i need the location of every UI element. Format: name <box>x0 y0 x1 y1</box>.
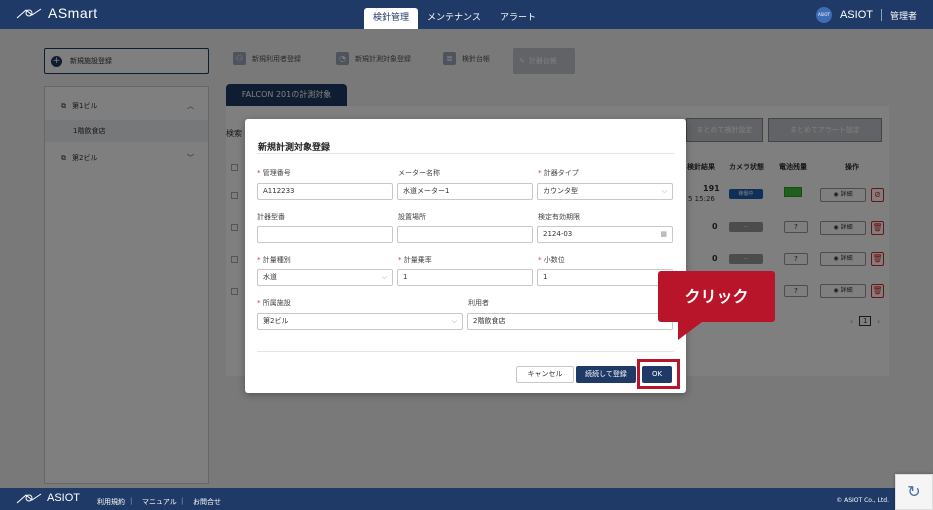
meter-type-value: カウンタ型 <box>543 187 578 195</box>
tab-maintenance[interactable]: メンテナンス <box>418 8 490 29</box>
chevron-down-icon: ⌵ <box>381 273 387 281</box>
divider <box>257 351 674 352</box>
continue-register-button[interactable]: 続続して登録 <box>576 366 636 383</box>
ok-highlight-box <box>637 359 680 389</box>
meter-kind-label: * 計量種別 <box>257 256 291 264</box>
app-logo[interactable]: ASmart <box>16 5 98 21</box>
calendar-icon: ▦ <box>660 230 667 238</box>
callout-tail <box>678 322 702 340</box>
tab-alert[interactable]: アラート <box>491 8 545 29</box>
recaptcha-icon[interactable]: ↻ <box>895 474 933 510</box>
verification-expiry-picker[interactable]: 2124-03 ▦ <box>537 226 673 243</box>
brand-name: ASIOT <box>839 9 873 21</box>
management-number-input[interactable]: A112233 <box>257 183 393 200</box>
user-label: 利用者 <box>468 299 489 307</box>
footer-brand: ASIOT <box>47 492 81 504</box>
footer-link-terms[interactable]: 利用規約 <box>97 497 125 507</box>
top-navbar: ASmart 検針管理 メンテナンス アラート ASIOT ASIOT 管理者 <box>0 0 933 29</box>
footer-link-contact[interactable]: お問合せ <box>193 497 221 507</box>
facility-select[interactable]: 第2ビル ⌵ <box>257 313 463 330</box>
user-area: ASIOT ASIOT 管理者 <box>815 7 917 23</box>
footer-separator: | <box>181 497 184 505</box>
verification-expiry-value: 2124-03 <box>543 230 573 238</box>
footer-logo[interactable]: ASIOT <box>16 492 80 504</box>
chevron-down-icon: ⌵ <box>661 187 667 195</box>
meter-name-input[interactable]: 水道メーター1 <box>397 183 533 200</box>
meter-kind-select[interactable]: 水道 ⌵ <box>257 269 393 286</box>
cancel-button[interactable]: キャンセル <box>516 366 574 383</box>
new-meter-target-dialog: 新規計測対象登録 * 管理番号 A112233 メーター名称 水道メーター1 *… <box>245 119 686 393</box>
meter-kind-value: 水道 <box>263 273 277 281</box>
divider <box>880 9 882 21</box>
app-name: ASmart <box>48 5 98 21</box>
footer-separator: | <box>130 497 133 505</box>
copyright: © ASIOT Co., Ltd. <box>836 497 889 504</box>
meter-type-label: * 計器タイプ <box>538 169 579 177</box>
multiplier-label: * 計量乗率 <box>398 256 432 264</box>
click-callout: クリック <box>658 271 775 322</box>
multiplier-input[interactable]: 1 <box>397 269 533 286</box>
meter-model-input[interactable] <box>257 226 393 243</box>
divider <box>257 153 674 154</box>
meter-name-label: メーター名称 <box>398 169 440 177</box>
dialog-title: 新規計測対象登録 <box>258 143 331 153</box>
tab-meter-management[interactable]: 検針管理 <box>364 8 419 29</box>
meter-type-select[interactable]: カウンタ型 ⌵ <box>537 183 673 200</box>
decimals-input[interactable]: 1 <box>537 269 673 286</box>
facility-label: * 所属施設 <box>257 299 291 307</box>
management-number-label: * 管理番号 <box>257 169 291 177</box>
decimals-label: * 小数位 <box>538 256 565 264</box>
brand-avatar-icon: ASIOT <box>815 7 832 23</box>
logo-mountain-icon <box>16 493 42 504</box>
location-input[interactable] <box>397 226 533 243</box>
verification-expiry-label: 検定有効期限 <box>538 213 580 221</box>
logo-mountain-icon <box>16 8 42 19</box>
location-label: 設置場所 <box>398 213 426 221</box>
meter-model-label: 計器型番 <box>257 213 285 221</box>
user-menu[interactable]: 管理者 <box>890 9 917 22</box>
footer-link-manual[interactable]: マニュアル <box>142 497 177 507</box>
chevron-down-icon: ⌵ <box>451 317 457 325</box>
facility-value: 第2ビル <box>263 317 289 325</box>
user-select[interactable]: 2階飲食店 <box>467 313 673 330</box>
footer: ASIOT 利用規約 | マニュアル | お問合せ © ASIOT Co., L… <box>0 488 933 510</box>
